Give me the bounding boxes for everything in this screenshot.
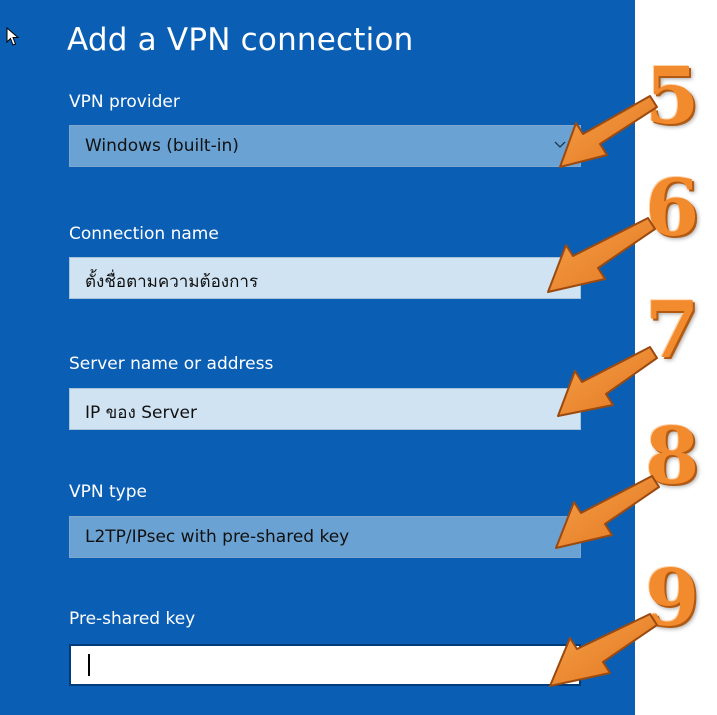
server-address-value: IP ของ Server (85, 403, 197, 423)
vpn-type-value: L2TP/IPsec with pre-shared key (85, 527, 350, 547)
screenshot-stage: Add a VPN connection VPN provider Window… (0, 0, 717, 715)
dialog-title: Add a VPN connection (67, 22, 414, 58)
chevron-down-icon (554, 141, 566, 148)
vpn-provider-label: VPN provider (69, 92, 180, 112)
vpn-type-label: VPN type (69, 482, 147, 502)
connection-name-input[interactable]: ตั้งชื่อตามความต้องการ (69, 257, 581, 299)
step-7-badge: 7 (645, 285, 700, 376)
step-8-badge: 8 (645, 411, 700, 502)
step-9-badge: 9 (645, 553, 700, 644)
connection-name-label: Connection name (69, 224, 219, 244)
server-address-label: Server name or address (69, 354, 274, 374)
vpn-provider-select[interactable]: Windows (built-in) (69, 125, 581, 167)
mouse-pointer-icon (6, 27, 20, 46)
pre-shared-key-input[interactable] (69, 644, 581, 686)
vpn-type-select[interactable]: L2TP/IPsec with pre-shared key (69, 516, 581, 558)
vpn-provider-value: Windows (built-in) (85, 136, 239, 156)
connection-name-value: ตั้งชื่อตามความต้องการ (85, 272, 259, 292)
server-address-input[interactable]: IP ของ Server (69, 388, 581, 430)
pre-shared-key-label: Pre-shared key (69, 609, 196, 629)
vpn-settings-panel: Add a VPN connection VPN provider Window… (0, 0, 635, 715)
text-caret (88, 654, 90, 676)
step-5-badge: 5 (645, 51, 700, 142)
step-6-badge: 6 (645, 163, 700, 254)
